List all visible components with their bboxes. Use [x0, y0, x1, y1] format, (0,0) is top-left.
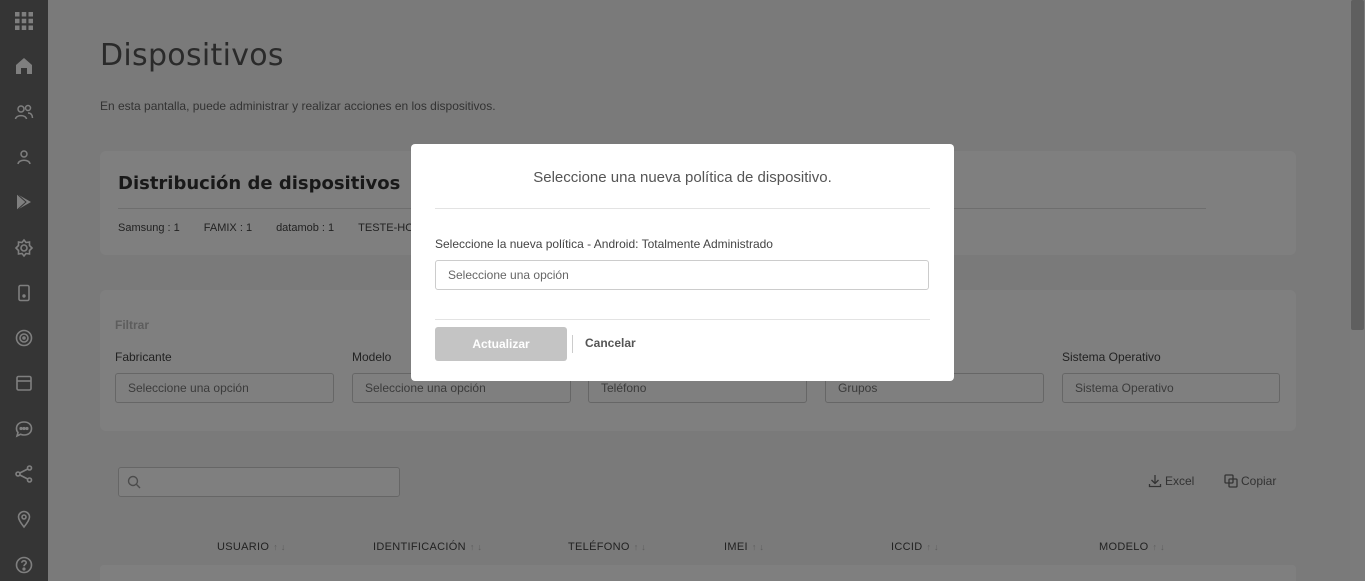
- divider: [572, 335, 573, 353]
- policy-select[interactable]: Seleccione una opción: [435, 260, 929, 290]
- policy-label: Seleccione la nueva política - Android: …: [435, 237, 773, 251]
- divider: [435, 319, 930, 320]
- update-button[interactable]: Actualizar: [435, 327, 567, 361]
- policy-modal: Seleccione una nueva política de disposi…: [411, 144, 954, 381]
- cancel-button[interactable]: Cancelar: [585, 336, 636, 350]
- divider: [435, 208, 930, 209]
- scrollbar[interactable]: [1350, 0, 1365, 581]
- scrollbar-thumb[interactable]: [1351, 0, 1364, 330]
- modal-title: Seleccione una nueva política de disposi…: [533, 169, 832, 186]
